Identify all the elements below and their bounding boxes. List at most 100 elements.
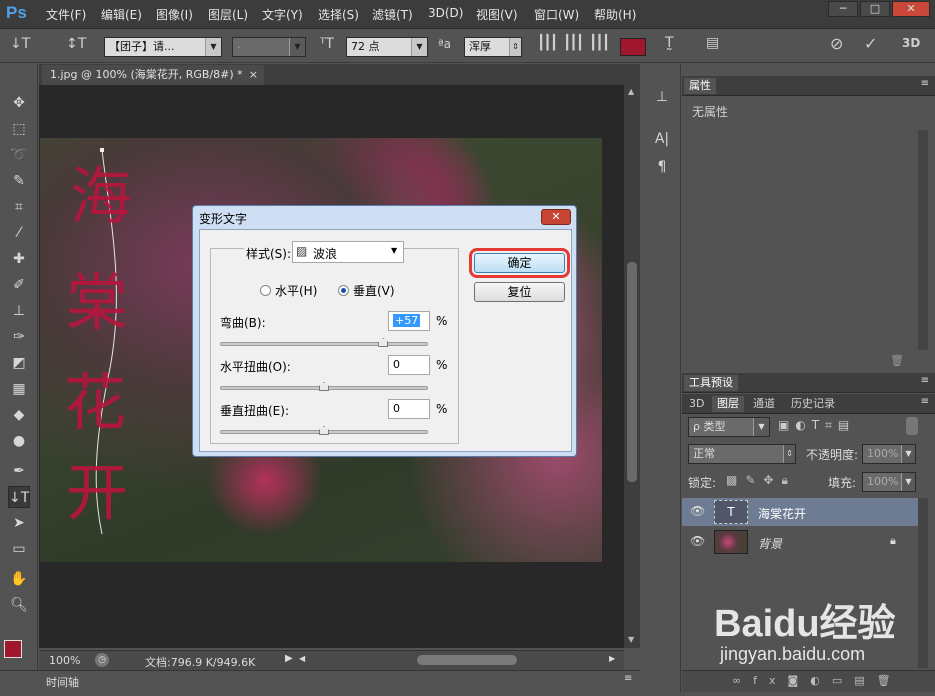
- bend-slider-track[interactable]: [220, 342, 428, 346]
- panel-menu-icon[interactable]: ≡: [624, 673, 632, 684]
- 3d-button[interactable]: 3D: [902, 36, 920, 50]
- text-color-swatch[interactable]: [620, 38, 646, 56]
- timeline-label[interactable]: 时间轴: [46, 674, 79, 690]
- brush-preset-icon[interactable]: ⊥: [651, 86, 673, 108]
- font-style-select[interactable]: - ▼: [232, 37, 306, 57]
- menu-select[interactable]: 选择(S): [318, 6, 359, 23]
- layer-name[interactable]: 海棠花开: [758, 505, 806, 522]
- bend-input[interactable]: +57: [388, 311, 430, 331]
- menu-layer[interactable]: 图层(L): [208, 6, 248, 23]
- menu-image[interactable]: 图像(I): [156, 6, 193, 23]
- panel-menu-icon[interactable]: ≡: [921, 375, 929, 386]
- foreground-color-swatch[interactable]: [4, 640, 22, 658]
- trash-icon[interactable]: 🗑︎: [890, 354, 904, 367]
- move-tool-icon[interactable]: ✥: [8, 92, 30, 114]
- close-tab-icon[interactable]: ×: [249, 65, 258, 84]
- scroll-right-icon[interactable]: ▶: [609, 654, 615, 663]
- ok-button[interactable]: 确定: [469, 248, 570, 278]
- horizontal-radio-label[interactable]: 水平(H): [275, 282, 317, 299]
- minimize-button[interactable]: ─: [828, 1, 858, 17]
- pen-tool-icon[interactable]: ✒: [8, 460, 30, 482]
- tab-history[interactable]: 历史记录: [786, 396, 840, 412]
- layer-row-text[interactable]: 👁︎ T 海棠花开: [682, 498, 918, 526]
- align-left-icon[interactable]: ┃┃┃: [537, 35, 558, 51]
- layer-filter-select[interactable]: ρ 类型 ▼: [688, 417, 770, 437]
- filter-toggle[interactable]: [906, 417, 918, 435]
- scroll-left-icon[interactable]: ◀: [299, 654, 305, 663]
- commit-check-icon[interactable]: ✓: [864, 34, 877, 53]
- quick-select-tool-icon[interactable]: ✎: [8, 170, 30, 192]
- eraser-tool-icon[interactable]: ◩: [8, 352, 30, 374]
- style-select[interactable]: ▨ 波浪 ▼: [292, 241, 404, 263]
- align-right-icon[interactable]: ┃┃┃: [589, 35, 610, 51]
- font-size-select[interactable]: 72 点 ▼: [346, 37, 428, 57]
- menu-view[interactable]: 视图(V): [476, 6, 518, 23]
- blend-mode-select[interactable]: 正常 ⇕: [688, 444, 796, 464]
- layer-name[interactable]: 背景: [758, 535, 782, 552]
- healing-brush-tool-icon[interactable]: ✚: [8, 248, 30, 270]
- crop-tool-icon[interactable]: ⌗: [8, 196, 30, 218]
- warp-text-icon[interactable]: T̰: [665, 35, 674, 51]
- reset-button[interactable]: 复位: [474, 282, 565, 302]
- panel-menu-icon[interactable]: ≡: [921, 396, 929, 407]
- layer-row-background[interactable]: 👁︎ 背景 🔒︎: [682, 528, 918, 556]
- horizontal-radio[interactable]: [260, 285, 271, 296]
- paragraph-icon[interactable]: ¶: [651, 156, 673, 178]
- gradient-tool-icon[interactable]: ▦: [8, 378, 30, 400]
- align-center-icon[interactable]: ┃┃┃: [563, 35, 584, 51]
- lock-icons[interactable]: ▩✎✥🔒︎: [726, 473, 796, 488]
- status-menu-arrow-icon[interactable]: ▶: [285, 653, 293, 664]
- document-tab[interactable]: 1.jpg @ 100% (海棠花开, RGB/8#) * ×: [42, 65, 264, 85]
- menu-edit[interactable]: 编辑(E): [101, 6, 142, 23]
- visibility-eye-icon[interactable]: 👁︎: [690, 534, 705, 548]
- path-select-tool-icon[interactable]: ➤: [8, 512, 30, 534]
- tab-layers[interactable]: 图层: [712, 396, 744, 412]
- vertical-scroll-thumb[interactable]: [627, 262, 637, 482]
- character-panel-icon[interactable]: ▤: [706, 35, 719, 51]
- h-distort-input[interactable]: 0: [388, 355, 430, 375]
- horizontal-scroll-thumb[interactable]: [417, 655, 517, 665]
- tab-channels[interactable]: 通道: [748, 396, 780, 412]
- layer-actions-icons[interactable]: ∞fx◙◐▭▤🗑︎: [732, 674, 903, 687]
- marquee-tool-icon[interactable]: ⬚: [8, 118, 30, 140]
- maximize-button[interactable]: □: [860, 1, 890, 17]
- rectangle-tool-icon[interactable]: ▭: [8, 538, 30, 560]
- lasso-tool-icon[interactable]: ➰: [8, 144, 30, 166]
- layer-filter-icons[interactable]: ▣◐T⌗▤: [778, 418, 855, 433]
- menu-3d[interactable]: 3D(D): [428, 6, 463, 20]
- menu-window[interactable]: 窗口(W): [534, 6, 579, 23]
- menu-help[interactable]: 帮助(H): [594, 6, 636, 23]
- vertical-radio[interactable]: [338, 285, 349, 296]
- opacity-field[interactable]: 100% ▼: [862, 444, 916, 464]
- menu-filter[interactable]: 滤镜(T): [372, 6, 413, 23]
- tab-properties[interactable]: 属性: [684, 78, 716, 94]
- scroll-down-icon[interactable]: ▼: [628, 635, 634, 644]
- eyedropper-tool-icon[interactable]: ⁄: [8, 222, 30, 244]
- menu-type[interactable]: 文字(Y): [262, 6, 303, 23]
- panel-menu-icon[interactable]: ≡: [921, 78, 929, 89]
- tab-3d[interactable]: 3D: [684, 396, 709, 412]
- font-family-select[interactable]: 【团子】请... ▼: [104, 37, 222, 57]
- type-tool-icon[interactable]: ↓T: [8, 486, 30, 508]
- hand-tool-icon[interactable]: ✋: [8, 568, 30, 590]
- v-distort-input[interactable]: 0: [388, 399, 430, 419]
- history-brush-tool-icon[interactable]: ✑: [8, 326, 30, 348]
- character-icon[interactable]: A|: [651, 128, 673, 150]
- tab-tool-presets[interactable]: 工具预设: [684, 375, 738, 391]
- blur-tool-icon[interactable]: ◆: [8, 404, 30, 426]
- visibility-eye-icon[interactable]: 👁︎: [690, 504, 705, 518]
- close-window-button[interactable]: ✕: [892, 1, 930, 17]
- fill-field[interactable]: 100% ▼: [862, 472, 916, 492]
- properties-scrollbar[interactable]: [918, 130, 928, 350]
- clone-stamp-tool-icon[interactable]: ⊥: [8, 300, 30, 322]
- share-icon[interactable]: ◷: [95, 653, 109, 667]
- vertical-radio-label[interactable]: 垂直(V): [353, 282, 395, 299]
- zoom-level[interactable]: 100%: [49, 654, 80, 667]
- brush-tool-icon[interactable]: ✐: [8, 274, 30, 296]
- zoom-tool-icon[interactable]: 🔍︎: [8, 594, 30, 616]
- dialog-close-button[interactable]: ✕: [541, 209, 571, 225]
- toggle-orientation-icon[interactable]: ↕T: [66, 36, 86, 52]
- menu-file[interactable]: 文件(F): [46, 6, 86, 23]
- dodge-tool-icon[interactable]: ●: [8, 430, 30, 452]
- antialias-select[interactable]: 浑厚 ⇕: [464, 37, 522, 57]
